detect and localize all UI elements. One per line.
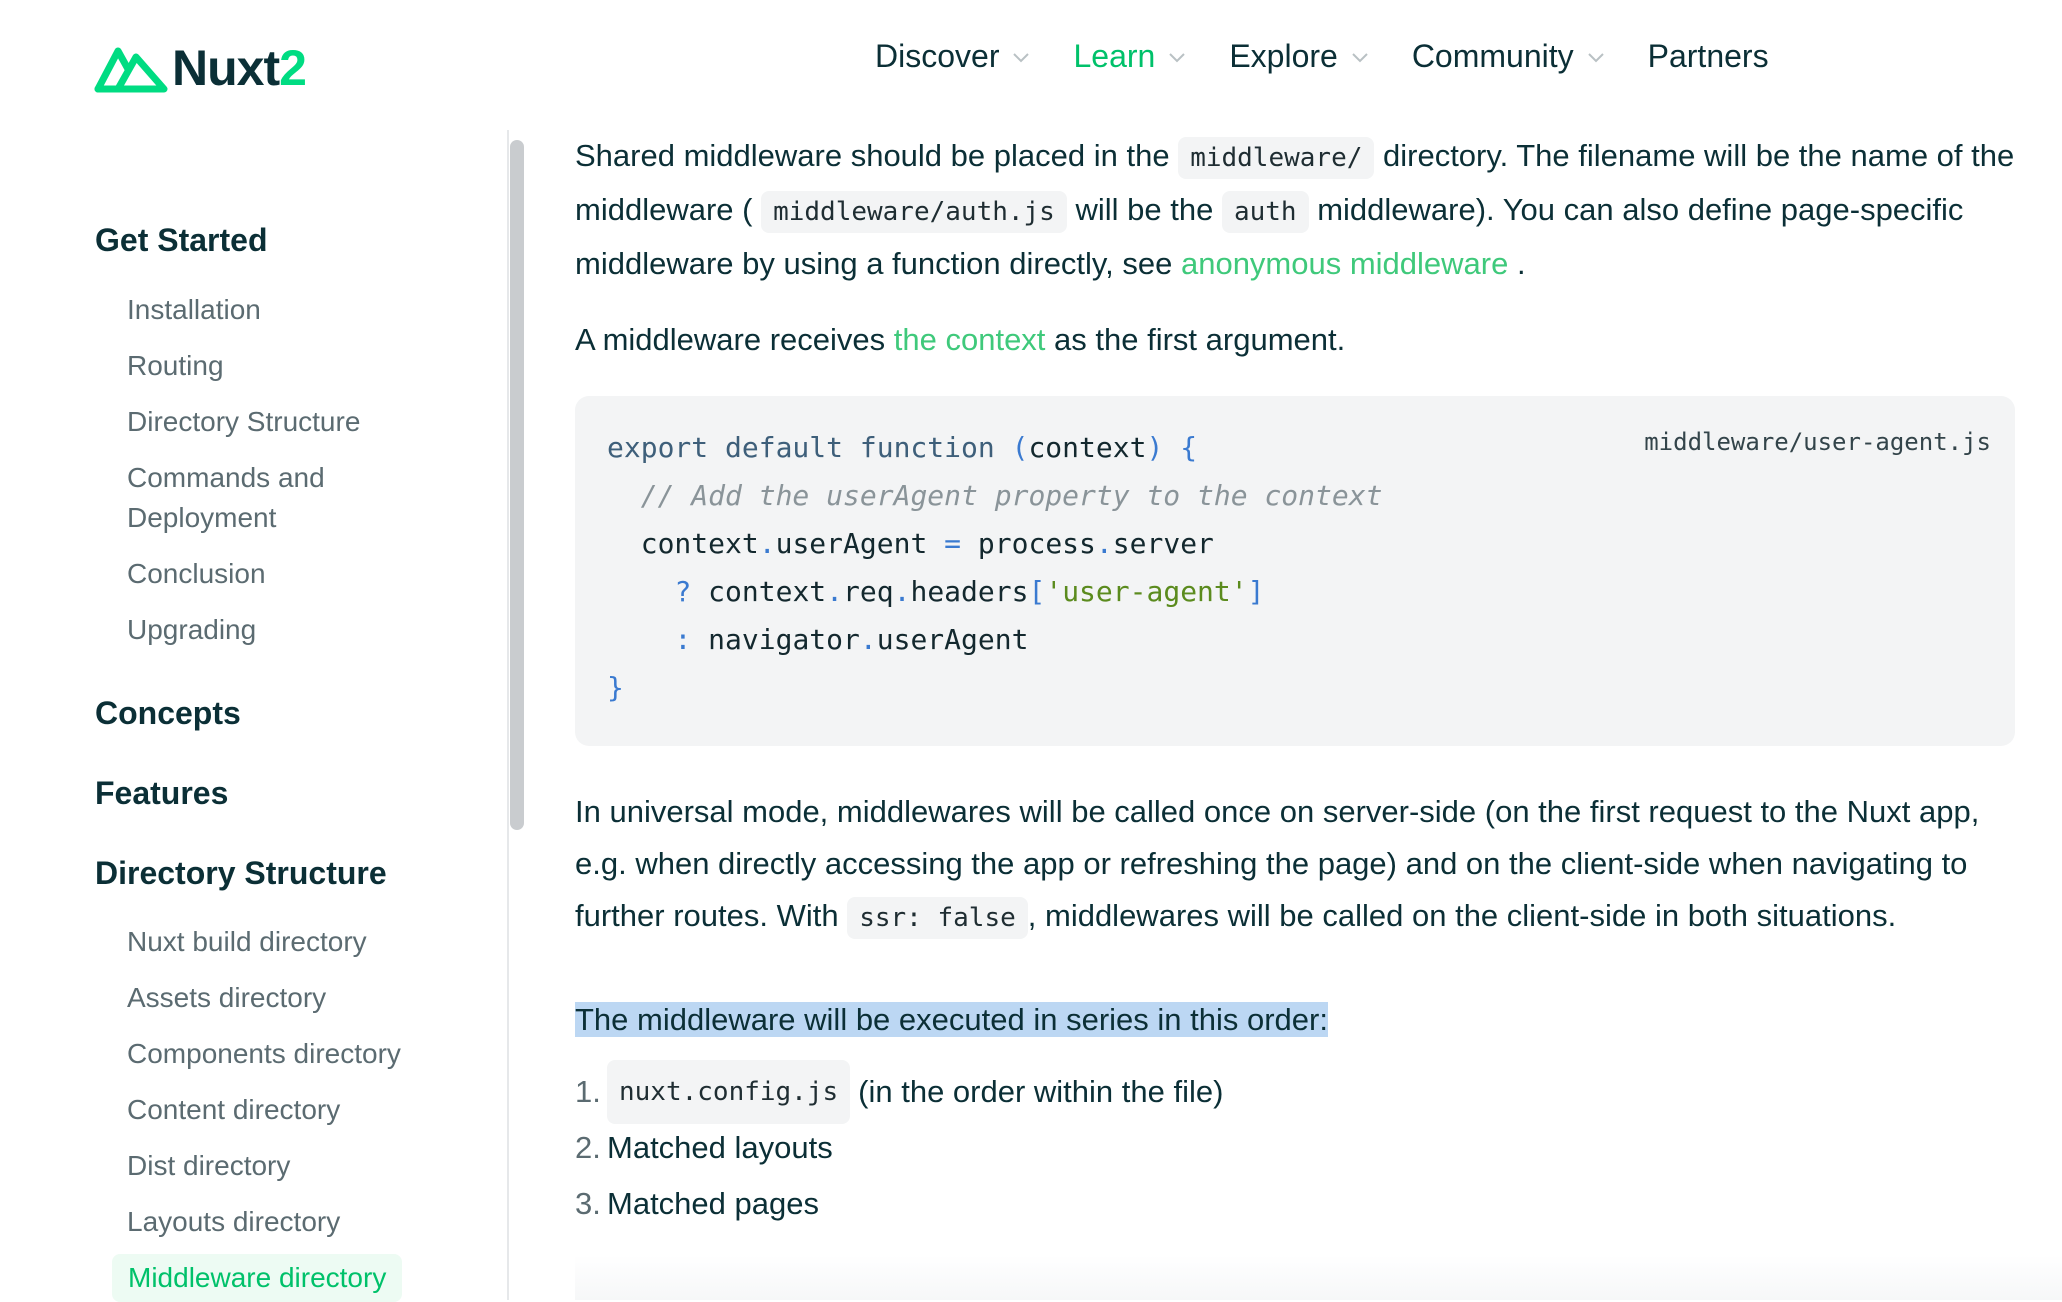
sidebar-item-conclusion[interactable]: Conclusion	[127, 554, 266, 594]
inline-code: auth	[1221, 191, 1309, 233]
highlighted-text: The middleware will be executed in serie…	[575, 1002, 1328, 1037]
code-token: navigator	[708, 623, 860, 656]
list-text: Matched pages	[607, 1186, 819, 1221]
list-text: Matched layouts	[607, 1130, 833, 1165]
main-nav: Discover Learn Explore Community Partner…	[875, 38, 1811, 75]
text: will be the	[1075, 192, 1214, 227]
text: .	[1517, 246, 1526, 281]
nav-explore[interactable]: Explore	[1229, 38, 1370, 75]
top-header: Nuxt2 Discover Learn Explore Community P…	[0, 0, 2062, 130]
code-token: userAgent	[876, 623, 1029, 656]
sidebar-item-middleware[interactable]: Middleware directory	[112, 1254, 403, 1302]
code-token: context	[708, 575, 827, 608]
code-token: headers	[910, 575, 1029, 608]
the-context-link[interactable]: the context	[894, 322, 1046, 357]
code-token: context	[640, 527, 759, 560]
bottom-fade	[575, 1255, 2062, 1300]
text: , middlewares will be called on the clie…	[1027, 898, 1897, 933]
sidebar-item-dist[interactable]: Dist directory	[127, 1146, 290, 1186]
list-number: 2.	[575, 1130, 601, 1165]
sidebar-item-assets[interactable]: Assets directory	[127, 978, 326, 1018]
sidebar-item-upgrading[interactable]: Upgrading	[127, 610, 256, 650]
nav-discover[interactable]: Discover	[875, 38, 1031, 75]
sidebar-item-routing[interactable]: Routing	[127, 346, 224, 386]
code-token: export default function	[607, 431, 995, 464]
sidebar-scrollbar[interactable]	[510, 140, 524, 830]
nav-community-label: Community	[1411, 38, 1574, 74]
sidebar-heading-directory-structure[interactable]: Directory Structure	[95, 855, 387, 892]
code-filename: middleware/user-agent.js	[1644, 428, 1991, 456]
sidebar-heading-features[interactable]: Features	[95, 775, 228, 812]
nav-learn[interactable]: Learn	[1073, 38, 1187, 75]
sidebar-item-components[interactable]: Components directory	[127, 1034, 401, 1074]
sidebar-item-layouts[interactable]: Layouts directory	[127, 1202, 340, 1242]
list-text: (in the order within the file)	[858, 1074, 1224, 1109]
paragraph-series-order: The middleware will be executed in serie…	[575, 994, 2015, 1046]
list-number: 3.	[575, 1186, 601, 1221]
sidebar-item-directory-structure[interactable]: Directory Structure	[127, 402, 360, 442]
sidebar-item-commands-deployment[interactable]: Commands and Deployment	[127, 458, 387, 538]
inline-code: middleware/	[1178, 137, 1375, 179]
sidebar-item-nuxt-build[interactable]: Nuxt build directory	[127, 922, 367, 962]
nav-learn-label: Learn	[1073, 38, 1156, 74]
text: Shared middleware should be placed in th…	[575, 138, 1170, 173]
nav-discover-label: Discover	[875, 38, 1000, 74]
middleware-order-list: 1. nuxt.config.js (in the order within t…	[575, 1060, 1224, 1232]
list-number: 1.	[575, 1074, 601, 1109]
sidebar-scroll-track	[507, 130, 509, 1300]
nav-community[interactable]: Community	[1412, 38, 1606, 75]
text: as the first argument.	[1054, 322, 1346, 357]
code-comment: // Add the userAgent property to the con…	[640, 479, 1383, 512]
paragraph-universal-mode: In universal mode, middlewares will be c…	[575, 786, 2015, 944]
chevron-down-icon	[1350, 47, 1370, 67]
code-token: req	[843, 575, 894, 608]
code-lines: export default function (context) { // A…	[607, 431, 1383, 704]
inline-code: ssr: false	[847, 897, 1028, 939]
code-block: middleware/user-agent.js export default …	[575, 396, 2015, 746]
code-string: 'user-agent'	[1045, 575, 1248, 608]
chevron-down-icon	[1167, 47, 1187, 67]
inline-code: middleware/auth.js	[761, 191, 1067, 233]
code-token: process	[977, 527, 1096, 560]
code-token: context	[1028, 431, 1147, 464]
code-token: userAgent	[775, 527, 928, 560]
anonymous-middleware-link[interactable]: anonymous middleware	[1181, 246, 1508, 281]
list-item: 3. Matched pages	[575, 1176, 1223, 1232]
nuxt-logo[interactable]: Nuxt2	[94, 40, 307, 96]
docs-sidebar: Get Started Installation Routing Directo…	[0, 130, 505, 1302]
inline-code: nuxt.config.js	[607, 1060, 851, 1124]
logo-text: Nuxt2	[172, 40, 307, 96]
paragraph-shared-middleware: Shared middleware should be placed in th…	[575, 130, 2015, 290]
nav-partners-label: Partners	[1647, 38, 1769, 74]
paragraph-context: A middleware receives the context as the…	[575, 314, 2015, 366]
list-item: 1. nuxt.config.js (in the order within t…	[575, 1060, 1224, 1124]
nav-explore-label: Explore	[1229, 38, 1338, 74]
sidebar-item-content[interactable]: Content directory	[127, 1090, 340, 1130]
nuxt-mountain-icon	[94, 47, 168, 93]
sidebar-item-installation[interactable]: Installation	[127, 290, 261, 330]
chevron-down-icon	[1586, 47, 1606, 67]
sidebar-heading-get-started[interactable]: Get Started	[95, 222, 267, 259]
text: A middleware receives	[575, 322, 886, 357]
chevron-down-icon	[1011, 47, 1031, 67]
code-token: server	[1112, 527, 1214, 560]
list-item: 2. Matched layouts	[575, 1120, 1223, 1176]
nav-partners[interactable]: Partners	[1648, 38, 1769, 75]
sidebar-heading-concepts[interactable]: Concepts	[95, 695, 241, 732]
